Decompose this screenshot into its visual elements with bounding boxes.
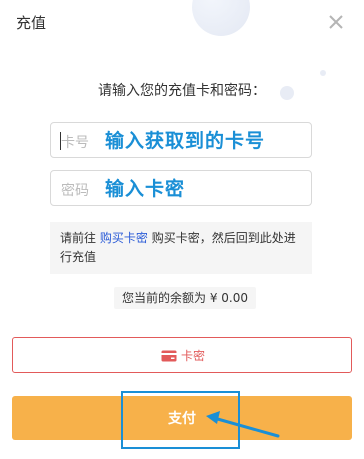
card-number-field[interactable]: 卡号 输入获取到的卡号 — [50, 122, 312, 158]
buy-card-link[interactable]: 购买卡密 — [100, 231, 148, 245]
tip-prefix: 请前往 — [60, 231, 97, 245]
recharge-dialog: 充值 请输入您的充值卡和密码： 卡号 输入获取到的卡号 密码 输入卡密 请前往 … — [0, 0, 364, 459]
card-password-annotation: 输入卡密 — [105, 178, 186, 200]
purchase-tip: 请前往 购买卡密 购买卡密，然后回到此处进行充值 — [50, 222, 312, 274]
balance-badge: 您当前的余额为 ¥ 0.00 — [114, 287, 256, 309]
card-password-placeholder: 密码 — [61, 183, 89, 199]
card-method-label: 卡密 — [181, 349, 206, 363]
decoration-dot — [320, 70, 326, 76]
card-number-placeholder: 卡号 — [61, 135, 89, 151]
annotation-arrow-icon — [206, 411, 280, 438]
close-button[interactable] — [326, 12, 346, 32]
input-prompt: 请输入您的充值卡和密码： — [98, 83, 266, 99]
card-password-field[interactable]: 密码 输入卡密 — [50, 170, 312, 206]
card-icon — [161, 350, 177, 361]
moon-decoration — [192, 0, 250, 36]
tip-suffix: 购买卡密，然后回到此处进行充值 — [60, 231, 296, 264]
card-method-tab[interactable]: 卡密 — [12, 337, 352, 373]
card-number-annotation: 输入获取到的卡号 — [105, 130, 266, 152]
dialog-title: 充值 — [16, 14, 47, 32]
close-icon — [329, 15, 343, 29]
